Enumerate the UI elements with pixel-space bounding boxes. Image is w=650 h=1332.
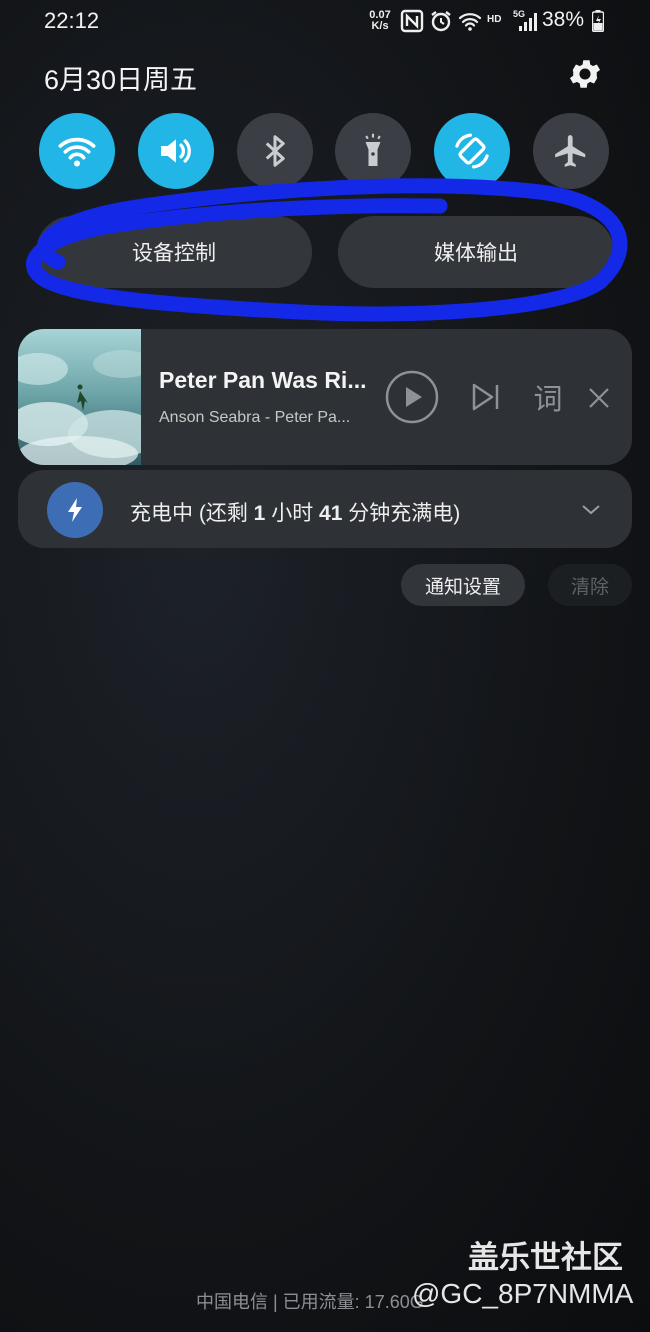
lightning-bolt-icon bbox=[68, 498, 82, 522]
wifi-icon bbox=[458, 13, 482, 31]
status-time: 22:12 bbox=[44, 8, 100, 33]
media-output-button[interactable]: 媒体输出 bbox=[338, 216, 614, 288]
toggle-bluetooth[interactable] bbox=[237, 113, 313, 189]
wifi-icon bbox=[58, 137, 96, 167]
signal-icon bbox=[519, 13, 537, 31]
skip-next-icon bbox=[472, 383, 499, 411]
charging-status-text: 充电中 (还剩 1 小时 41 分钟充满电) bbox=[130, 502, 461, 525]
flashlight-icon bbox=[365, 133, 381, 166]
watermark-username: @GC_8P7NMMA bbox=[412, 1278, 634, 1309]
toggle-sound[interactable] bbox=[138, 113, 214, 189]
nfc-icon bbox=[400, 9, 424, 33]
sound-icon bbox=[161, 139, 191, 163]
carrier-data-usage: 中国电信 | 已用流量: 17.60G bbox=[196, 1292, 424, 1312]
notification-settings-label: 通知设置 bbox=[424, 576, 501, 598]
battery-percent: 38% bbox=[542, 8, 585, 31]
song-title: Peter Pan Was Ri... bbox=[159, 367, 367, 393]
play-button[interactable] bbox=[384, 369, 440, 425]
settings-gear-icon[interactable] bbox=[566, 55, 604, 93]
clear-label: 清除 bbox=[570, 576, 609, 598]
chevron-down-icon[interactable] bbox=[580, 498, 602, 520]
date-label: 6月30日周五 bbox=[44, 65, 198, 95]
status-bar: 22:12 0.07 K/s HD 5G 38% bbox=[0, 0, 650, 44]
battery-charging-icon bbox=[592, 10, 604, 32]
media-player-card[interactable]: Peter Pan Was Ri... Anson Seabra - Peter… bbox=[18, 329, 632, 465]
bluetooth-icon bbox=[265, 135, 285, 167]
next-track-button[interactable] bbox=[466, 377, 506, 417]
device-control-label: 设备控制 bbox=[132, 242, 216, 265]
dismiss-media-button[interactable] bbox=[584, 383, 614, 413]
album-art-image bbox=[18, 329, 141, 465]
toggle-wifi[interactable] bbox=[39, 113, 115, 189]
play-icon bbox=[385, 370, 439, 424]
watermark-community: 盖乐世社区 bbox=[468, 1240, 623, 1275]
toggle-auto-rotate[interactable] bbox=[434, 113, 510, 189]
network-speed: 0.07 K/s bbox=[369, 9, 391, 32]
lyrics-label: 词 bbox=[533, 384, 563, 416]
hd-indicator: HD bbox=[487, 14, 502, 25]
auto-rotate-icon bbox=[455, 133, 489, 169]
notification-settings-button[interactable]: 通知设置 bbox=[401, 564, 525, 606]
device-control-button[interactable]: 设备控制 bbox=[36, 216, 312, 288]
airplane-icon bbox=[555, 135, 586, 167]
clear-button[interactable]: 清除 bbox=[548, 564, 632, 606]
lyrics-button[interactable]: 词 bbox=[528, 377, 568, 417]
toggle-flashlight[interactable] bbox=[335, 113, 411, 189]
song-artist: Anson Seabra - Peter Pa... bbox=[159, 409, 351, 426]
toggle-airplane[interactable] bbox=[533, 113, 609, 189]
charging-notification[interactable]: 充电中 (还剩 1 小时 41 分钟充满电) bbox=[18, 470, 632, 548]
media-output-label: 媒体输出 bbox=[434, 242, 518, 265]
charging-badge bbox=[47, 482, 103, 538]
close-icon bbox=[589, 388, 609, 408]
alarm-icon bbox=[431, 11, 451, 32]
